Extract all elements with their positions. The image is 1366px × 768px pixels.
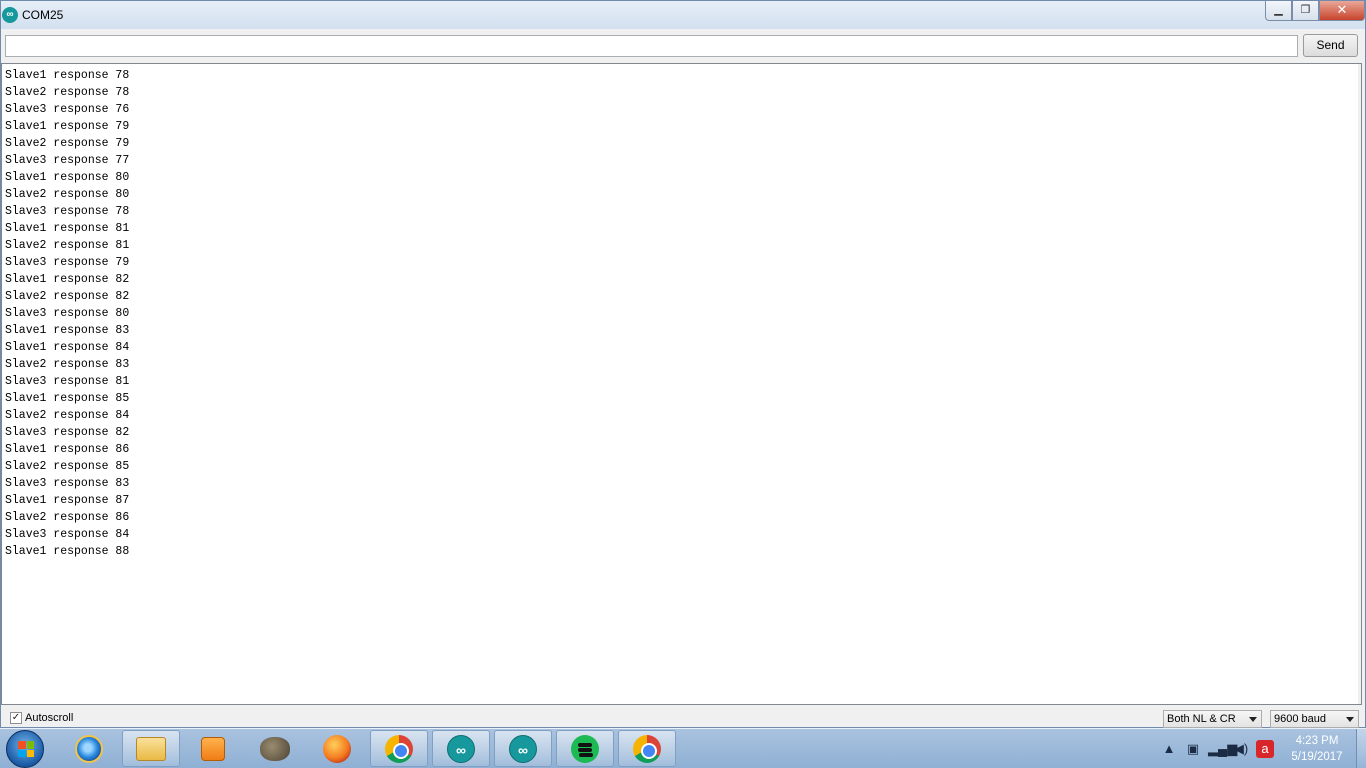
volume-icon[interactable]: ◀): [1232, 740, 1250, 758]
taskbar-item-file-explorer[interactable]: [122, 730, 180, 767]
system-tray: ▲ ▣ ▂▄▆ ◀) a: [1160, 729, 1280, 768]
firefox-icon: [323, 734, 351, 763]
output-line: Slave3 response 82: [5, 426, 130, 439]
arduino-icon: ∞: [509, 734, 537, 763]
output-line: Slave3 response 81: [5, 375, 130, 388]
antivirus-icon[interactable]: a: [1256, 740, 1274, 758]
serial-input[interactable]: [5, 35, 1298, 57]
taskbar-item-spotify[interactable]: [556, 730, 614, 767]
arduino-icon: ∞: [2, 7, 18, 23]
output-line: Slave2 response 85: [5, 460, 130, 473]
autoscroll-checkbox[interactable]: ✓: [10, 712, 22, 724]
signal-bars-icon[interactable]: ▂▄▆: [1208, 740, 1237, 758]
start-button[interactable]: [6, 730, 44, 768]
serial-output[interactable]: Slave1 response 78 Slave2 response 78 Slav…: [1, 63, 1362, 705]
arduino-icon: ∞: [447, 734, 475, 763]
baud-rate-value: 9600 baud: [1274, 713, 1326, 725]
clock-date: 5/19/2017: [1291, 751, 1343, 763]
status-row: ✓ Autoscroll Both NL & CR 9600 baud: [1, 707, 1365, 728]
output-line: Slave3 response 77: [5, 154, 130, 167]
autoscroll-label: Autoscroll: [25, 712, 74, 724]
output-line: Slave1 response 78: [5, 69, 130, 82]
output-line: Slave2 response 81: [5, 239, 130, 252]
output-line: Slave1 response 87: [5, 494, 130, 507]
windows-logo-icon: [18, 741, 34, 757]
output-line: Slave3 response 80: [5, 307, 130, 320]
baud-rate-select[interactable]: 9600 baud: [1270, 710, 1359, 728]
vertical-scrollbar[interactable]: [1358, 64, 1361, 704]
output-line: Slave1 response 80: [5, 171, 130, 184]
output-line: Slave3 response 76: [5, 103, 130, 116]
chrome-icon: [385, 734, 413, 763]
send-row: Send: [1, 29, 1365, 63]
taskbar: ∞ ∞ ▲ ▣ ▂▄▆ ◀) a 4:23 PM 5/19/2017: [0, 728, 1366, 768]
taskbar-item-chrome[interactable]: [370, 730, 428, 767]
output-line: Slave2 response 83: [5, 358, 130, 371]
taskbar-item-firefox[interactable]: [308, 730, 366, 767]
file-explorer-icon: [136, 736, 166, 761]
internet-explorer-icon: [75, 734, 103, 763]
media-player-icon: [201, 736, 225, 761]
output-line: Slave2 response 86: [5, 511, 130, 524]
chrome-icon: [633, 734, 661, 763]
chevron-down-icon: [1249, 717, 1257, 722]
maximize-button[interactable]: ❐: [1292, 1, 1319, 21]
output-line: Slave1 response 85: [5, 392, 130, 405]
taskbar-item-gimp[interactable]: [246, 730, 304, 767]
serial-monitor-window: ∞ COM25 ▁ ❐ ✕ Send Slave1 response 78 Sla…: [0, 0, 1366, 728]
output-line: Slave1 response 81: [5, 222, 130, 235]
gimp-icon: [260, 736, 290, 761]
output-line: Slave3 response 83: [5, 477, 130, 490]
minimize-button[interactable]: ▁: [1265, 1, 1292, 21]
output-line: Slave3 response 84: [5, 528, 130, 541]
output-line: Slave2 response 82: [5, 290, 130, 303]
output-line: Slave3 response 78: [5, 205, 130, 218]
close-button[interactable]: ✕: [1319, 1, 1365, 21]
clock-time: 4:23 PM: [1295, 735, 1339, 747]
output-line: Slave1 response 79: [5, 120, 130, 133]
taskbar-item-arduino-2[interactable]: ∞: [494, 730, 552, 767]
line-ending-select[interactable]: Both NL & CR: [1163, 710, 1262, 728]
window-title: COM25: [22, 8, 64, 22]
send-button[interactable]: Send: [1303, 34, 1358, 57]
taskbar-item-arduino[interactable]: ∞: [432, 730, 490, 767]
title-bar[interactable]: ∞ COM25 ▁ ❐ ✕: [1, 1, 1365, 29]
output-line: Slave3 response 79: [5, 256, 130, 269]
output-line: Slave2 response 80: [5, 188, 130, 201]
output-line: Slave2 response 78: [5, 86, 130, 99]
network-adapter-icon[interactable]: ▣: [1184, 740, 1202, 758]
output-line: Slave1 response 83: [5, 324, 130, 337]
taskbar-clock[interactable]: 4:23 PM 5/19/2017: [1284, 733, 1350, 765]
taskbar-item-media-player[interactable]: [184, 730, 242, 767]
output-lines: Slave1 response 78 Slave2 response 78 Slav…: [5, 67, 129, 560]
taskbar-item-chrome-2[interactable]: [618, 730, 676, 767]
output-line: Slave1 response 82: [5, 273, 130, 286]
line-ending-value: Both NL & CR: [1167, 713, 1236, 725]
taskbar-item-internet-explorer[interactable]: [60, 730, 118, 767]
serial-monitor-body: Send Slave1 response 78 Slave2 response 7…: [1, 29, 1365, 728]
output-line: Slave2 response 79: [5, 137, 130, 150]
output-line: Slave2 response 84: [5, 409, 130, 422]
show-desktop-button[interactable]: [1356, 729, 1366, 768]
output-line: Slave1 response 86: [5, 443, 130, 456]
output-line: Slave1 response 88: [5, 545, 130, 558]
spotify-icon: [571, 734, 599, 763]
chevron-up-icon[interactable]: ▲: [1160, 740, 1178, 758]
output-line: Slave1 response 84: [5, 341, 130, 354]
window-controls: ▁ ❐ ✕: [1265, 1, 1365, 21]
chevron-down-icon: [1346, 717, 1354, 722]
